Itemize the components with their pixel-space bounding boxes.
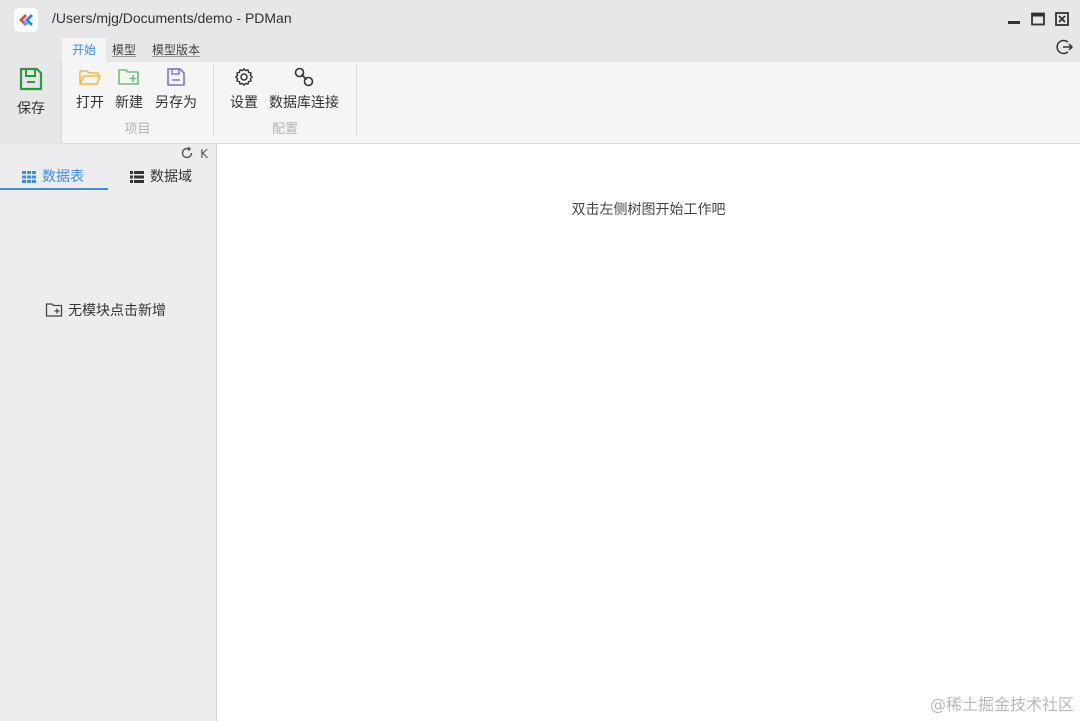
tab-data-domains[interactable]: 数据域: [130, 164, 192, 190]
watermark: @稀土掘金技术社区: [929, 695, 1074, 714]
new-button[interactable]: 新建: [115, 66, 143, 112]
minimize-button[interactable]: [1006, 11, 1022, 27]
tab-data-tables[interactable]: 数据表: [22, 164, 84, 190]
workspace-hint: 双击左侧树图开始工作吧: [571, 202, 726, 218]
ribbon-panel: 打开 新建 另存为 项目 设置 数据库连接 配置: [62, 62, 1080, 144]
save-as-icon: [155, 66, 197, 88]
save-as-button[interactable]: 另存为: [155, 66, 197, 112]
sidebar-tools: K: [180, 146, 208, 162]
save-button[interactable]: 保存: [0, 62, 62, 144]
tab-start[interactable]: 开始: [62, 38, 107, 62]
folder-open-icon: [76, 66, 104, 88]
add-module-link[interactable]: 无模块点击新增: [45, 300, 166, 320]
app-window: /Users/mjg/Documents/demo - PDMan 开始 模型 …: [0, 0, 1080, 721]
pdman-logo-icon: [14, 8, 38, 32]
save-icon: [18, 66, 44, 96]
main-workspace: 双击左侧树图开始工作吧: [217, 144, 1080, 721]
collapse-sidebar-button[interactable]: K: [200, 147, 208, 161]
link-icon: [269, 66, 339, 88]
title-bar: /Users/mjg/Documents/demo - PDMan: [0, 0, 1080, 38]
gear-icon: [230, 66, 258, 88]
ribbon-divider: [356, 64, 357, 136]
grid-icon: [22, 171, 36, 183]
maximize-icon: [1031, 12, 1045, 26]
save-label: 保存: [17, 101, 45, 117]
refresh-icon: [181, 146, 193, 158]
folder-add-icon: [45, 303, 63, 317]
logout-icon: [1056, 39, 1074, 55]
close-icon: [1055, 12, 1069, 26]
folder-add-icon: [115, 66, 143, 88]
config-group-label: 配置: [271, 122, 298, 137]
tab-model-version[interactable]: 模型版本: [142, 38, 210, 62]
refresh-button[interactable]: [180, 146, 194, 163]
active-tab-indicator: [0, 188, 108, 190]
tab-model[interactable]: 模型: [102, 38, 146, 62]
window-title: /Users/mjg/Documents/demo - PDMan: [52, 10, 292, 26]
minimize-icon: [1008, 21, 1020, 24]
project-group-label: 项目: [124, 122, 151, 137]
close-button[interactable]: [1054, 11, 1070, 27]
db-connection-button[interactable]: 数据库连接: [269, 66, 339, 112]
maximize-button[interactable]: [1030, 11, 1046, 27]
sidebar: K 数据表 数据域 无模块点击新增: [0, 144, 217, 721]
ribbon-tab-bar: 开始 模型 模型版本: [0, 38, 1080, 62]
open-button[interactable]: 打开: [76, 66, 104, 112]
settings-button[interactable]: 设置: [230, 66, 258, 112]
logout-button[interactable]: [1056, 38, 1074, 56]
list-icon: [130, 171, 144, 183]
